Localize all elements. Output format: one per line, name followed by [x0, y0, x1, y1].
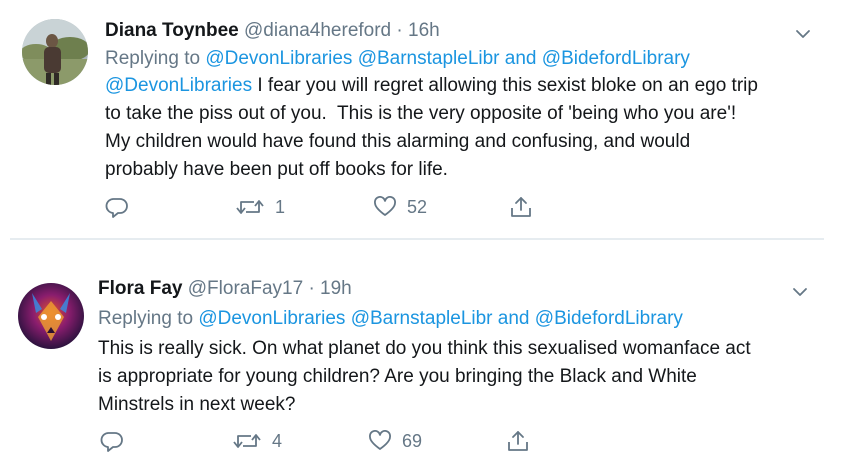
tweet-text: This is really sick. On what planet do y… [98, 335, 810, 419]
mention-link[interactable]: @DevonLibraries [105, 75, 252, 96]
timestamp[interactable]: 16h [408, 20, 440, 41]
display-name[interactable]: Diana Toynbee [105, 20, 239, 41]
share-button[interactable] [506, 428, 530, 454]
user-handle[interactable]: @FloraFay17 [188, 278, 303, 299]
mention-link[interactable]: @DevonLibraries [205, 48, 352, 69]
tweet-text-line: My children would have found this alarmi… [105, 131, 691, 152]
tweet-header: Diana Toynbee @diana4hereford · 16h [105, 19, 440, 43]
like-count: 69 [402, 430, 423, 451]
chevron-down-icon[interactable] [790, 285, 810, 299]
share-button[interactable] [509, 194, 533, 220]
like-button[interactable]: 52 [373, 194, 427, 220]
tweet-text-line: is appropriate for young children? Are y… [98, 366, 697, 387]
heart-icon [368, 430, 392, 452]
share-icon [506, 430, 530, 452]
tweet-text-line: This is really sick. On what planet do y… [98, 338, 751, 359]
like-count: 52 [407, 196, 428, 217]
retweet-icon [235, 196, 265, 218]
retweet-button[interactable]: 4 [232, 428, 282, 454]
tweet-text: @DevonLibraries I fear you will regret a… [105, 72, 817, 184]
display-name[interactable]: Flora Fay [98, 278, 182, 299]
tweet-text-line: Minstrels in next week? [98, 394, 296, 415]
user-handle[interactable]: @diana4hereford [244, 20, 391, 41]
chevron-down-icon[interactable] [793, 27, 813, 41]
replying-to: Replying to @DevonLibraries @BarnstapleL… [105, 47, 690, 71]
mention-and: and [504, 48, 537, 69]
replying-to-label: Replying to [105, 48, 201, 69]
reply-icon [100, 430, 124, 452]
mention-and: and [497, 308, 530, 329]
retweet-count: 1 [275, 196, 286, 217]
replying-to-label: Replying to [98, 308, 194, 329]
share-icon [509, 196, 533, 218]
mention-link[interactable]: @BarnstapleLibr [351, 308, 493, 329]
heart-icon [373, 196, 397, 218]
tweet-header: Flora Fay @FloraFay17 · 19h [98, 277, 352, 301]
replying-to: Replying to @DevonLibraries @BarnstapleL… [98, 307, 683, 331]
tweet-text-line: I fear you will regret allowing this sex… [252, 75, 758, 96]
tweet-text-line: to take the piss out of you. This is the… [105, 103, 737, 124]
avatar[interactable] [18, 283, 84, 349]
timestamp[interactable]: 19h [320, 278, 352, 299]
mention-link[interactable]: @DevonLibraries [198, 308, 345, 329]
mention-link[interactable]: @BidefordLibrary [535, 308, 683, 329]
reply-button[interactable] [105, 194, 129, 220]
tweet[interactable]: Diana Toynbee @diana4hereford · 16h Repl… [0, 0, 852, 238]
reply-button[interactable] [100, 428, 124, 454]
mention-link[interactable]: @BarnstapleLibr [358, 48, 500, 69]
separator-dot: · [308, 278, 315, 299]
avatar[interactable] [22, 19, 88, 85]
retweet-count: 4 [272, 430, 283, 451]
tweet[interactable]: Flora Fay @FloraFay17 · 19h Replying to … [0, 240, 852, 458]
separator-dot: · [396, 20, 403, 41]
mention-link[interactable]: @BidefordLibrary [542, 48, 690, 69]
tweet-text-line: probably have been put off books for lif… [105, 159, 448, 180]
retweet-icon [232, 430, 262, 452]
retweet-button[interactable]: 1 [235, 194, 285, 220]
like-button[interactable]: 69 [368, 428, 422, 454]
reply-icon [105, 196, 129, 218]
